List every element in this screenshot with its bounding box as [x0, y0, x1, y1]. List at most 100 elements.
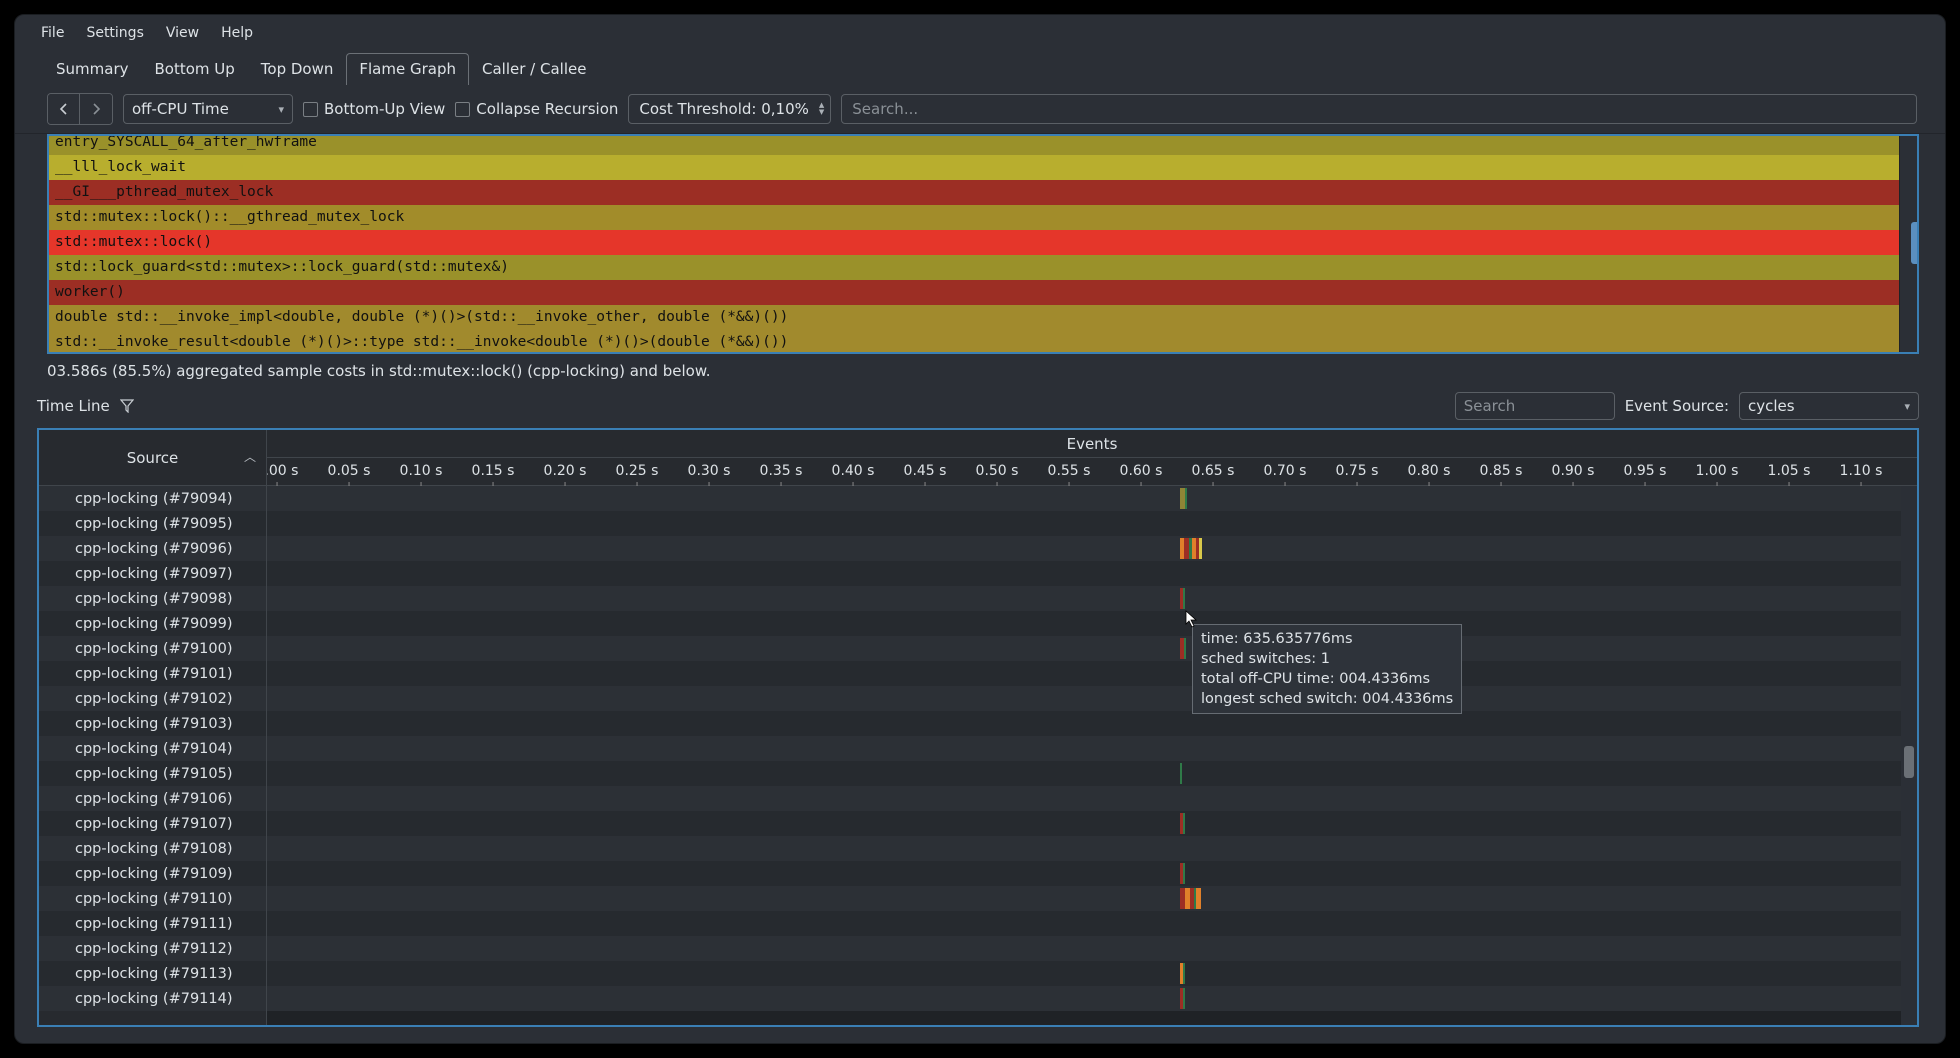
event-mark[interactable]	[1184, 638, 1186, 659]
event-row[interactable]	[267, 861, 1917, 886]
flame-graph-panel[interactable]: std::__invoke_result<double (*)()>::type…	[47, 134, 1919, 354]
search-input[interactable]: Search...	[841, 94, 1917, 124]
time-tick: 0.80 s	[1408, 463, 1451, 479]
event-row[interactable]	[267, 811, 1917, 836]
event-mark[interactable]	[1196, 888, 1201, 909]
time-tick: 0.10 s	[400, 463, 443, 479]
bottom-up-checkbox[interactable]: Bottom-Up View	[303, 100, 445, 118]
tab-summary[interactable]: Summary	[43, 53, 142, 85]
tab-top-down[interactable]: Top Down	[248, 53, 347, 85]
event-mark[interactable]	[1180, 763, 1182, 784]
event-row[interactable]	[267, 661, 1917, 686]
menu-help[interactable]: Help	[221, 25, 253, 41]
event-row[interactable]	[267, 761, 1917, 786]
event-row[interactable]	[267, 836, 1917, 861]
source-row[interactable]: cpp-locking (#79107)	[39, 811, 266, 836]
cost-threshold-spinner[interactable]: Cost Threshold: 0,10% ▲▼	[628, 94, 831, 124]
event-mark[interactable]	[1183, 863, 1185, 884]
source-row[interactable]: cpp-locking (#79102)	[39, 686, 266, 711]
event-mark[interactable]	[1183, 963, 1185, 984]
event-row[interactable]	[267, 961, 1917, 986]
source-row[interactable]: cpp-locking (#79110)	[39, 886, 266, 911]
flame-frame[interactable]: __GI___pthread_mutex_lock	[49, 180, 1899, 205]
source-row[interactable]: cpp-locking (#79096)	[39, 536, 266, 561]
source-row[interactable]: cpp-locking (#79100)	[39, 636, 266, 661]
event-row[interactable]	[267, 936, 1917, 961]
event-mark[interactable]	[1199, 538, 1202, 559]
event-mark[interactable]	[1183, 813, 1185, 834]
cursor-icon	[1185, 610, 1199, 628]
event-row[interactable]	[267, 561, 1917, 586]
source-row[interactable]: cpp-locking (#79099)	[39, 611, 266, 636]
event-row[interactable]	[267, 486, 1917, 511]
spinner-icon: ▲▼	[819, 102, 824, 116]
time-axis[interactable]: 0.00 s0.05 s0.10 s0.15 s0.20 s0.25 s0.30…	[267, 458, 1917, 486]
event-mark[interactable]	[1183, 588, 1185, 609]
event-row[interactable]	[267, 611, 1917, 636]
source-row[interactable]: cpp-locking (#79112)	[39, 936, 266, 961]
timeline-source-column: Source ︿ cpp-locking (#79094)cpp-locking…	[39, 430, 267, 1025]
collapse-recursion-checkbox[interactable]: Collapse Recursion	[455, 100, 618, 118]
flame-frame[interactable]: double std::__invoke_impl<double, double…	[49, 305, 1899, 330]
flame-frame[interactable]: entry_SYSCALL_64_after_hwframe	[49, 134, 1899, 155]
menu-file[interactable]: File	[41, 25, 64, 41]
timeline-search-input[interactable]: Search	[1455, 392, 1615, 420]
app-window: File Settings View Help Summary Bottom U…	[14, 14, 1946, 1044]
timeline-scrollbar-thumb[interactable]	[1904, 746, 1914, 778]
source-row[interactable]: cpp-locking (#79097)	[39, 561, 266, 586]
flame-frame[interactable]: __lll_lock_wait	[49, 155, 1899, 180]
source-row[interactable]: cpp-locking (#79106)	[39, 786, 266, 811]
cost-type-select[interactable]: off-CPU Time ▾	[123, 94, 293, 124]
flame-scrollbar-thumb[interactable]	[1911, 222, 1919, 264]
tab-bottom-up[interactable]: Bottom Up	[142, 53, 248, 85]
event-row[interactable]	[267, 886, 1917, 911]
source-row[interactable]: cpp-locking (#79098)	[39, 586, 266, 611]
event-row[interactable]	[267, 586, 1917, 611]
time-tick: 0.95 s	[1624, 463, 1667, 479]
time-tick: 1.10 s	[1840, 463, 1883, 479]
event-row[interactable]	[267, 536, 1917, 561]
source-row[interactable]: cpp-locking (#79109)	[39, 861, 266, 886]
source-row[interactable]: cpp-locking (#79105)	[39, 761, 266, 786]
time-tick: 0.85 s	[1480, 463, 1523, 479]
event-row[interactable]	[267, 511, 1917, 536]
event-row[interactable]	[267, 711, 1917, 736]
event-rows[interactable]	[267, 486, 1917, 1011]
flame-frame[interactable]: std::mutex::lock()	[49, 230, 1899, 255]
nav-forward-button[interactable]	[80, 94, 112, 124]
filter-icon[interactable]	[120, 399, 134, 413]
flame-frame[interactable]: std::__invoke_result<double (*)()>::type…	[49, 330, 1899, 354]
source-row[interactable]: cpp-locking (#79111)	[39, 911, 266, 936]
nav-back-button[interactable]	[48, 94, 80, 124]
event-row[interactable]	[267, 686, 1917, 711]
timeline-events-column: Events 0.00 s0.05 s0.10 s0.15 s0.20 s0.2…	[267, 430, 1917, 1025]
event-row[interactable]	[267, 786, 1917, 811]
source-row[interactable]: cpp-locking (#79113)	[39, 961, 266, 986]
source-row[interactable]: cpp-locking (#79104)	[39, 736, 266, 761]
event-row[interactable]	[267, 911, 1917, 936]
flame-frame[interactable]: std::lock_guard<std::mutex>::lock_guard(…	[49, 255, 1899, 280]
source-row[interactable]: cpp-locking (#79114)	[39, 986, 266, 1011]
source-row[interactable]: cpp-locking (#79101)	[39, 661, 266, 686]
event-row[interactable]	[267, 986, 1917, 1011]
source-row[interactable]: cpp-locking (#79108)	[39, 836, 266, 861]
flame-frame[interactable]: worker()	[49, 280, 1899, 305]
event-row[interactable]	[267, 736, 1917, 761]
search-placeholder: Search...	[852, 100, 918, 118]
timeline-scrollbar[interactable]	[1901, 486, 1917, 1025]
event-row[interactable]	[267, 636, 1917, 661]
event-source-select[interactable]: cycles ▾	[1739, 392, 1919, 420]
tab-caller-callee[interactable]: Caller / Callee	[469, 53, 599, 85]
source-row[interactable]: cpp-locking (#79103)	[39, 711, 266, 736]
menu-view[interactable]: View	[166, 25, 199, 41]
menu-settings[interactable]: Settings	[86, 25, 143, 41]
event-mark[interactable]	[1183, 988, 1185, 1009]
status-line: 03.586s (85.5%) aggregated sample costs …	[15, 360, 1945, 390]
time-tick: 0.50 s	[976, 463, 1019, 479]
source-column-header[interactable]: Source ︿	[39, 430, 266, 486]
event-mark[interactable]	[1185, 488, 1187, 509]
source-row[interactable]: cpp-locking (#79094)	[39, 486, 266, 511]
flame-frame[interactable]: std::mutex::lock()::__gthread_mutex_lock	[49, 205, 1899, 230]
tab-flame-graph[interactable]: Flame Graph	[346, 53, 469, 85]
source-row[interactable]: cpp-locking (#79095)	[39, 511, 266, 536]
